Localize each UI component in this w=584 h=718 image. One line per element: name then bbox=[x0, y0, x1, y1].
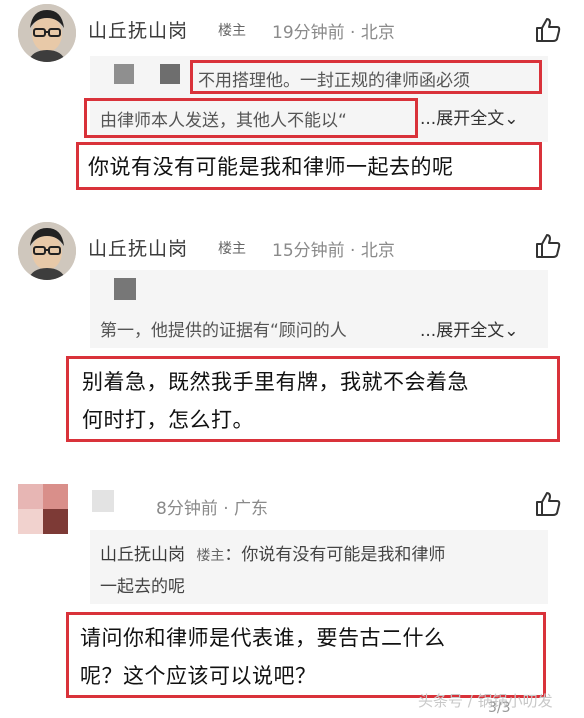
blurred-avatar bbox=[114, 278, 136, 300]
author-avatar[interactable] bbox=[18, 222, 76, 280]
thumbs-up-icon[interactable] bbox=[534, 16, 562, 44]
avatar-portrait-icon bbox=[18, 222, 76, 280]
thumbs-up-icon[interactable] bbox=[534, 232, 562, 260]
expand-full-text-link[interactable]: ...展开全文⌄ bbox=[420, 316, 518, 341]
expand-full-text-link[interactable]: ...展开全文⌄ bbox=[420, 104, 518, 129]
comment-body-line2: 呢？这个应该可以说吧？ bbox=[80, 664, 317, 688]
reply-author[interactable]: 山丘抚山岗 bbox=[100, 545, 185, 565]
expand-label: ...展开全文 bbox=[420, 321, 505, 341]
quoted-text-line2: 由律师本人发送，其他人不能以“ bbox=[100, 111, 347, 131]
thumbs-up-icon[interactable] bbox=[534, 490, 562, 518]
author-name[interactable]: 山丘抚山岗 bbox=[88, 234, 188, 261]
comment-time-location: 15分钟前 · 北京 bbox=[272, 241, 395, 261]
quoted-text-line1: 不用搭理他。一封正规的律师函必须 bbox=[198, 71, 470, 91]
comment-time-location: 8分钟前 · 广东 bbox=[156, 499, 269, 519]
author-avatar[interactable] bbox=[18, 4, 76, 62]
avatar-portrait-icon bbox=[18, 4, 76, 62]
chevron-down-icon: ⌄ bbox=[504, 321, 519, 341]
chevron-down-icon: ⌄ bbox=[504, 109, 519, 129]
expand-label: ...展开全文 bbox=[420, 109, 505, 129]
watermark: 头条号 / 锅锅小叨发 bbox=[418, 692, 553, 710]
page-indicator: 3/3 bbox=[488, 700, 511, 716]
blurred-name bbox=[160, 64, 180, 84]
comment-body-line2: 何时打，怎么打。 bbox=[82, 408, 254, 432]
owner-badge: 楼主 bbox=[218, 23, 246, 39]
comment-body-line1: 别着急，既然我手里有牌，我就不会着急 bbox=[82, 370, 469, 394]
reply-text: ：你说有没有可能是我和律师 bbox=[224, 545, 446, 565]
comment-body: 你说有没有可能是我和律师一起去的呢 bbox=[88, 155, 454, 179]
owner-badge: 楼主 bbox=[218, 241, 246, 257]
blurred-name bbox=[92, 490, 114, 512]
blurred-avatar bbox=[114, 64, 134, 84]
author-name[interactable]: 山丘抚山岗 bbox=[88, 16, 188, 43]
quoted-text-line1: 第一，他提供的证据有“顾问的人 bbox=[100, 321, 347, 341]
reply-text-line2: 一起去的呢 bbox=[100, 577, 185, 597]
blurred-avatar[interactable] bbox=[18, 484, 68, 534]
owner-badge: 楼主 bbox=[196, 548, 225, 564]
comment-body-line1: 请问你和律师是代表谁，要告古二什么 bbox=[80, 626, 446, 650]
reply-line1: 山丘抚山岗 楼主：你说有没有可能是我和律师 bbox=[100, 540, 445, 565]
comment-time-location: 19分钟前 · 北京 bbox=[272, 23, 395, 43]
